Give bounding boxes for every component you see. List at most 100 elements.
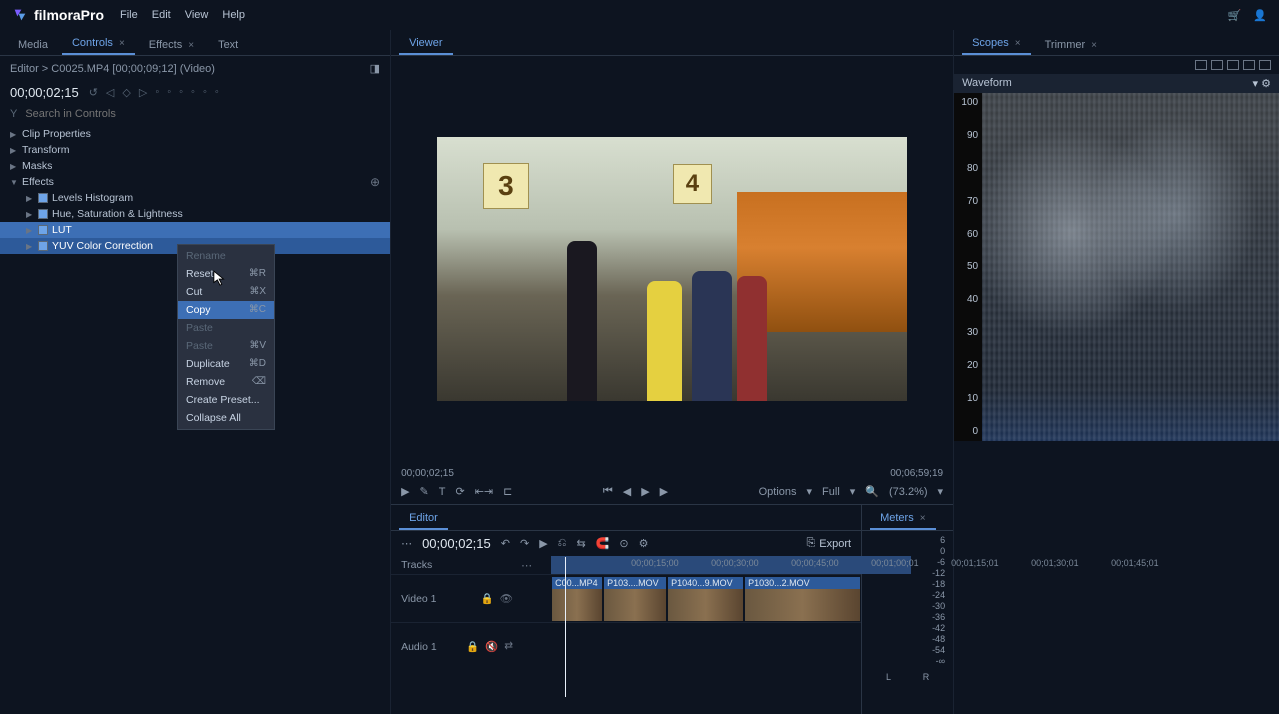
tree-lut[interactable]: ▶LUT (0, 222, 390, 238)
meter-scale: 60-6 -12-18-24 -30-36-42 -48-54-∞ (870, 535, 945, 666)
close-icon[interactable]: × (920, 513, 926, 524)
tab-controls[interactable]: Controls× (62, 32, 135, 55)
waveform-label[interactable]: Waveform (962, 77, 1012, 90)
tree-levels-histogram[interactable]: ▶Levels Histogram (0, 190, 390, 206)
chevron-down-icon[interactable]: ▾ (850, 485, 856, 498)
tree-hue-sat-light[interactable]: ▶Hue, Saturation & Lightness (0, 206, 390, 222)
in-out-icon[interactable]: ⇤⇥ (475, 485, 493, 498)
full-dropdown[interactable]: Full (822, 486, 840, 498)
link-icon[interactable]: ⇆ (576, 537, 585, 550)
pen-icon[interactable]: ✎ (420, 485, 429, 498)
tab-text[interactable]: Text (208, 34, 248, 55)
close-icon[interactable]: × (188, 40, 194, 51)
chevron-down-icon[interactable]: ▾ (807, 485, 813, 498)
chevron-down-icon[interactable]: ▾ (1253, 78, 1259, 90)
step-fwd-icon[interactable]: ▶ (660, 485, 668, 498)
viewer-area[interactable]: 3 4 (391, 56, 953, 462)
layout-dual-icon[interactable] (1211, 60, 1223, 70)
gear-icon[interactable]: ⚙ (1261, 78, 1271, 90)
mute-icon[interactable]: 🔇 (485, 640, 498, 653)
layout-single-icon[interactable] (1195, 60, 1207, 70)
ctx-duplicate[interactable]: Duplicate⌘D (178, 355, 274, 373)
layout-grid-icon[interactable] (1243, 60, 1255, 70)
playhead[interactable] (565, 557, 566, 697)
timeline-clip[interactable]: P103....MOV (604, 577, 666, 621)
panel-toggle-icon[interactable]: ◨ (370, 62, 380, 75)
ctx-collapse-all[interactable]: Collapse All (178, 409, 274, 427)
editor-timecode[interactable]: 00;00;02;15 (422, 536, 491, 551)
user-icon[interactable]: 👤 (1253, 9, 1267, 22)
controls-panel: Media Controls× Effects× Text Editor > C… (0, 30, 391, 714)
export-button[interactable]: ⎘ Export (806, 537, 851, 550)
ctx-paste: Paste (178, 319, 274, 337)
close-icon[interactable]: × (1015, 38, 1021, 49)
tab-meters[interactable]: Meters× (870, 507, 935, 530)
tab-editor[interactable]: Editor (399, 507, 448, 530)
effect-enabled-checkbox[interactable] (38, 225, 48, 235)
redo-icon[interactable]: ↷ (520, 537, 529, 550)
ctx-remove[interactable]: Remove⌫ (178, 373, 274, 391)
text-tool-icon[interactable]: T (439, 486, 446, 498)
person-silhouette (692, 271, 732, 401)
timeline-clip[interactable]: P1030...2.MOV (745, 577, 860, 621)
filter-icon[interactable]: Y (10, 108, 17, 120)
timeline-clip[interactable]: P1040...9.MOV (668, 577, 743, 621)
zoom-level[interactable]: (73.2%) (889, 486, 928, 498)
zoom-icon[interactable]: 🔍 (865, 485, 879, 498)
undo-icon[interactable]: ↶ (501, 537, 510, 550)
timeline-clip[interactable]: C00...MP4 (552, 577, 602, 621)
bracket-icon[interactable]: ⊏ (503, 485, 512, 498)
step-back-icon[interactable]: ◀ (623, 485, 631, 498)
chevron-down-icon[interactable]: ▾ (938, 485, 944, 498)
tab-effects[interactable]: Effects× (139, 34, 204, 55)
marker-icon[interactable]: ⊙ (619, 537, 628, 550)
ctx-create-preset[interactable]: Create Preset... (178, 391, 274, 409)
effect-enabled-checkbox[interactable] (38, 241, 48, 251)
effect-enabled-checkbox[interactable] (38, 193, 48, 203)
options-dropdown[interactable]: Options (759, 486, 797, 498)
timeline-menu-icon[interactable]: ⋯ (401, 537, 412, 550)
tab-trimmer[interactable]: Trimmer× (1035, 34, 1107, 55)
loop-icon[interactable]: ⟳ (456, 485, 465, 498)
tab-viewer[interactable]: Viewer (399, 32, 452, 55)
menu-view[interactable]: View (185, 9, 209, 21)
lock-icon[interactable]: 🔒 (466, 640, 479, 653)
controls-timecode[interactable]: 00;00;02;15 (10, 85, 79, 100)
track-label: Audio 1 (401, 641, 437, 653)
timeline-menu-icon[interactable]: ⋯ (521, 559, 551, 572)
tree-transform[interactable]: ▶Transform (0, 142, 390, 158)
add-effect-icon[interactable]: ⊕ (370, 175, 380, 189)
menu-edit[interactable]: Edit (152, 9, 171, 21)
play-icon[interactable]: ▶ (401, 485, 409, 498)
close-icon[interactable]: × (1091, 40, 1097, 51)
keyframe-next-icon[interactable]: ▷ (139, 86, 147, 99)
eye-icon[interactable]: 👁 (500, 592, 513, 605)
tree-masks[interactable]: ▶Masks (0, 158, 390, 174)
keyframe-prev-icon[interactable]: ◁ (106, 86, 114, 99)
tab-media[interactable]: Media (8, 34, 58, 55)
play-button[interactable]: ▶ (641, 485, 649, 498)
lock-icon[interactable]: 🔒 (481, 592, 494, 605)
snap-icon[interactable]: ⎌ (558, 537, 567, 550)
menu-file[interactable]: File (120, 9, 138, 21)
menu-help[interactable]: Help (222, 9, 245, 21)
search-controls-input[interactable] (25, 108, 380, 120)
solo-icon[interactable]: ⇄ (504, 640, 513, 653)
skip-start-icon[interactable]: ⏮ (603, 485, 613, 498)
tab-scopes[interactable]: Scopes× (962, 32, 1031, 55)
tree-effects[interactable]: ▼Effects⊕ (0, 174, 390, 190)
cart-icon[interactable]: 🛒 (1228, 9, 1242, 22)
effect-enabled-checkbox[interactable] (38, 209, 48, 219)
keyframe-icon[interactable]: ◇ (122, 86, 130, 99)
play-icon[interactable]: ▶ (539, 537, 547, 550)
layout-list-icon[interactable] (1259, 60, 1271, 70)
undo-icon[interactable]: ↺ (89, 86, 98, 99)
ctx-copy[interactable]: Copy⌘C (178, 301, 274, 319)
magnet-icon[interactable]: 🧲 (596, 537, 610, 550)
close-icon[interactable]: × (119, 38, 125, 49)
person-silhouette (647, 281, 682, 401)
gear-icon[interactable]: ⚙ (639, 537, 649, 550)
layout-quad-icon[interactable] (1227, 60, 1239, 70)
timeline-ruler[interactable]: 00;00;15;00 00;00;30;00 00;00;45;00 00;0… (551, 556, 861, 574)
tree-clip-properties[interactable]: ▶Clip Properties (0, 126, 390, 142)
